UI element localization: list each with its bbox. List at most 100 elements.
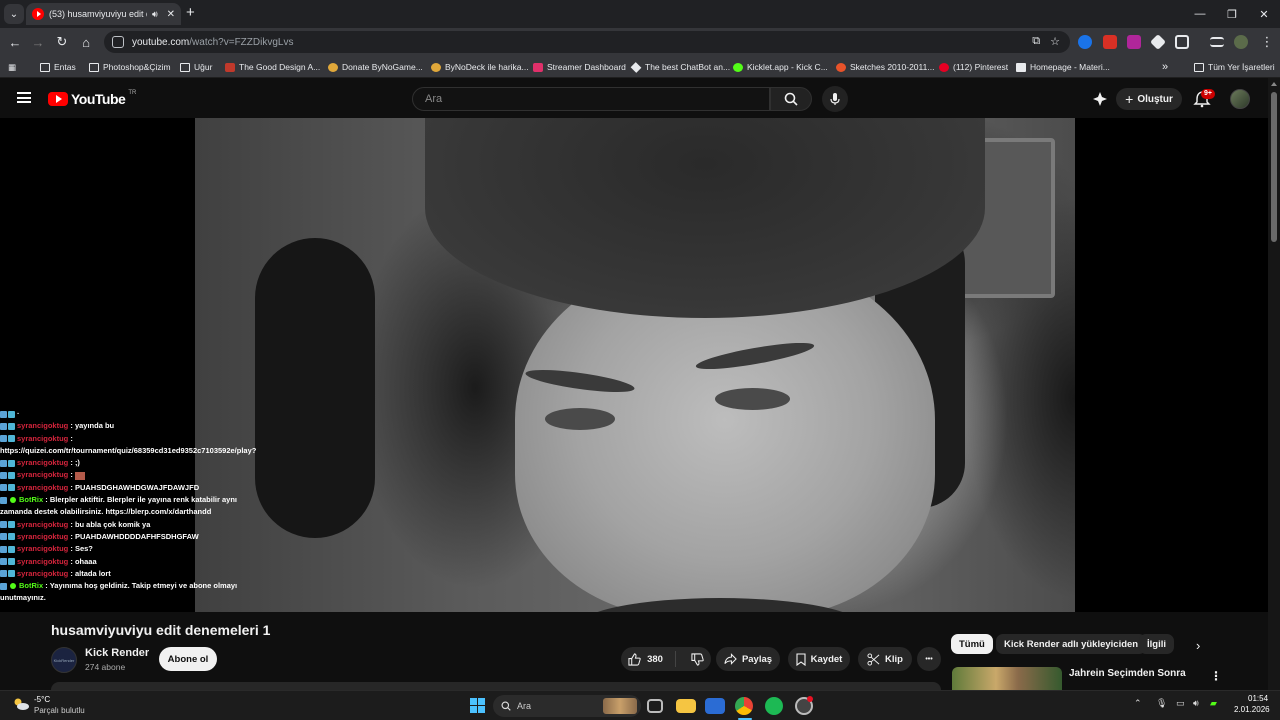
more-actions-button[interactable]: ••• <box>917 647 941 671</box>
tab-title: (53) husamviyuviyu edit denemeleri 1 - Y… <box>49 9 147 19</box>
extension-icon[interactable] <box>1150 34 1166 50</box>
site-icon <box>630 61 642 73</box>
reload-icon[interactable]: ↻ <box>53 33 71 51</box>
bookmark-item[interactable]: Photoshop&Çizim <box>89 60 171 74</box>
extension-icon[interactable] <box>1103 35 1117 49</box>
like-button[interactable]: 380 <box>618 651 676 667</box>
browser-menu-icon[interactable]: ⋮ <box>1258 33 1276 51</box>
media-list-icon[interactable] <box>1210 37 1224 47</box>
search-input[interactable] <box>425 93 745 105</box>
search-icon <box>784 92 798 106</box>
chip-all[interactable]: Tümü <box>951 634 993 654</box>
windows-start-icon[interactable] <box>470 698 485 713</box>
save-button[interactable]: Kaydet <box>788 647 850 671</box>
bookmark-item[interactable]: The Good Design A... <box>225 60 320 74</box>
file-explorer-icon[interactable] <box>676 699 696 713</box>
search-button[interactable] <box>770 87 812 111</box>
chip-related[interactable]: İlgili <box>1139 634 1174 654</box>
create-button[interactable]: + Oluştur <box>1116 88 1182 110</box>
page-scrollbar[interactable] <box>1268 78 1280 690</box>
more-vertical-icon[interactable]: ⋮ <box>1210 669 1222 683</box>
site-info-icon[interactable] <box>112 36 124 48</box>
taskbar-search-label: Ara <box>517 701 532 711</box>
chevron-right-icon[interactable]: › <box>1196 638 1200 653</box>
youtube-favicon-icon <box>32 8 44 20</box>
close-tab-icon[interactable]: ✕ <box>167 9 175 20</box>
close-window-icon[interactable]: ✕ <box>1248 0 1280 28</box>
bookmark-item[interactable]: The best ChatBot an... <box>630 60 730 74</box>
apps-grid-icon[interactable]: ▦ <box>8 60 16 74</box>
description-box[interactable] <box>51 682 941 690</box>
tray-microphone-icon[interactable]: 🎙︎ <box>1156 698 1167 709</box>
bookmark-label: Sketches 2010-2011... <box>850 62 935 72</box>
clock-time[interactable]: 01:54 <box>1248 694 1268 703</box>
all-bookmarks-button[interactable]: Tüm Yer İşaretleri <box>1194 60 1275 74</box>
chip-from-uploader[interactable]: Kick Render adlı yükleyiciden <box>996 634 1147 654</box>
bookmark-item[interactable]: (112) Pinterest <box>939 60 1008 74</box>
bookmark-item[interactable]: Donate ByNoGame... <box>328 60 423 74</box>
microsoft-store-icon[interactable] <box>705 698 725 714</box>
voice-search-button[interactable] <box>822 86 848 112</box>
bookmark-label: Donate ByNoGame... <box>342 62 423 72</box>
chrome-icon[interactable] <box>735 697 753 715</box>
recommendation-title[interactable]: Jahrein Seçimden Sonra <box>1069 668 1186 679</box>
task-view-icon[interactable] <box>647 699 663 713</box>
taskbar-search[interactable]: Ara <box>493 695 641 717</box>
bookmark-item[interactable]: ByNoDeck ile harika... <box>431 60 529 74</box>
tray-display-icon[interactable]: ▭ <box>1176 698 1185 709</box>
clock-date[interactable]: 2.01.2026 <box>1234 705 1270 714</box>
tray-battery-icon[interactable]: ▰ <box>1210 698 1217 709</box>
weather-description[interactable]: Parçalı bulutlu <box>34 706 85 715</box>
extensions-puzzle-icon[interactable] <box>1175 35 1189 49</box>
bookmark-item[interactable]: Kicklet.app - Kick C... <box>733 60 828 74</box>
browser-tab-active[interactable]: (53) husamviyuviyu edit denemeleri 1 - Y… <box>26 3 181 25</box>
youtube-logo[interactable]: YouTube TR <box>48 90 136 107</box>
bookmarks-overflow-button[interactable]: » <box>1162 60 1168 74</box>
chat-username: syrancigoktug <box>17 433 69 443</box>
sparkle-icon[interactable] <box>1092 91 1108 107</box>
profile-avatar[interactable] <box>1234 35 1248 49</box>
minimize-icon[interactable]: — <box>1184 0 1216 28</box>
scroll-up-icon[interactable] <box>1271 82 1277 86</box>
tray-volume-icon[interactable]: 🔊︎ <box>1193 698 1199 709</box>
account-avatar[interactable] <box>1230 89 1250 109</box>
guide-menu-icon[interactable] <box>17 92 31 103</box>
bookmark-item[interactable]: Entas <box>40 60 76 74</box>
recommendation-thumbnail[interactable] <box>952 667 1062 690</box>
tab-search-button[interactable]: ⌄ <box>4 4 24 24</box>
bookmark-item[interactable]: Streamer Dashboard <box>533 60 626 74</box>
extension-icon[interactable] <box>1078 35 1092 49</box>
bookmark-item[interactable]: Sketches 2010-2011... <box>836 60 934 74</box>
thumbs-up-icon <box>628 652 641 666</box>
share-button[interactable]: Paylaş <box>716 647 780 671</box>
subscribe-button[interactable]: Abone ol <box>159 647 217 671</box>
restore-icon[interactable]: ❐ <box>1216 0 1248 28</box>
search-field <box>412 87 770 111</box>
site-icon <box>431 62 441 72</box>
bookmark-item[interactable]: Homepage - Materi... <box>1016 60 1110 74</box>
channel-name[interactable]: Kick Render <box>85 647 149 659</box>
chat-badge-icon <box>0 410 7 418</box>
weather-temperature[interactable]: -5°C <box>34 695 50 704</box>
bookmark-item[interactable]: Uğur <box>180 60 212 74</box>
spotify-icon[interactable] <box>765 697 783 715</box>
address-bar[interactable]: youtube.com/watch?v=FZZDikvgLvs ⧉ ☆ <box>104 31 1070 53</box>
video-title: husamviyuviyu edit denemeleri 1 <box>51 622 271 638</box>
install-app-icon[interactable]: ⧉ <box>1032 35 1040 48</box>
channel-avatar[interactable]: KickRender <box>51 647 77 673</box>
tray-overflow-icon[interactable]: ⌃ <box>1134 698 1142 709</box>
dislike-button[interactable] <box>681 652 714 666</box>
back-arrow-icon[interactable]: ← <box>6 33 24 51</box>
extension-icon[interactable] <box>1127 35 1141 49</box>
bookmark-label: Kicklet.app - Kick C... <box>747 62 828 72</box>
video-player[interactable]: · syrancigoktug : yayında bu syrancigoktug… <box>0 118 1268 612</box>
chat-badge-icon <box>0 582 7 590</box>
clip-button[interactable]: Klip <box>858 647 912 671</box>
forward-arrow-icon[interactable]: → <box>29 33 47 51</box>
home-icon[interactable]: ⌂ <box>77 33 95 51</box>
bookmark-star-icon[interactable]: ☆ <box>1050 35 1060 48</box>
clip-label: Klip <box>885 653 903 665</box>
scrollbar-thumb[interactable] <box>1271 92 1277 242</box>
speaker-icon[interactable]: 🔊︎ <box>152 9 158 20</box>
new-tab-button[interactable]: + <box>186 4 195 21</box>
